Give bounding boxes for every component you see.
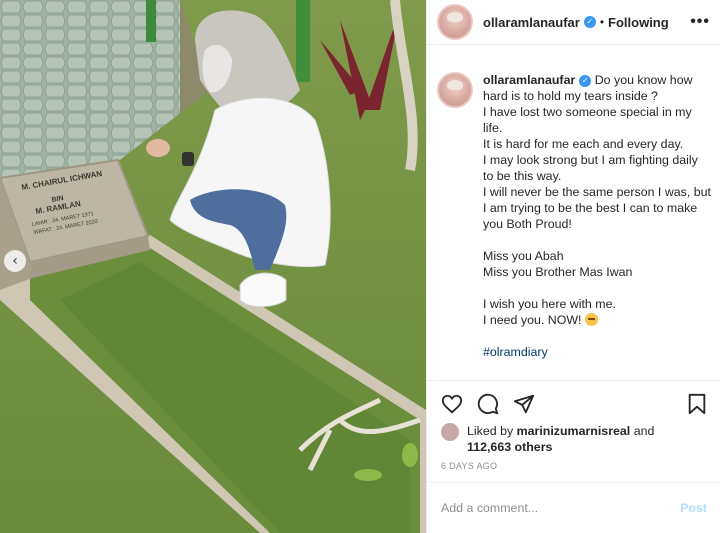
hashtag-link[interactable]: #olramdiary — [483, 344, 711, 360]
caption-line: I need you. NOW! — [483, 313, 582, 327]
caption-line: I will never be the same person I was, b… — [483, 185, 711, 231]
following-button[interactable]: Following — [608, 15, 669, 30]
more-horizontal-icon[interactable]: ••• — [690, 13, 710, 31]
like-heart-icon[interactable] — [441, 393, 463, 415]
caption-line: I wish you here with me. — [483, 297, 616, 311]
post-actions: Liked by marinizumarnisreal and 112,663 … — [427, 380, 720, 480]
verified-badge-icon: ✓ — [579, 74, 592, 87]
post-caption: ollaramlanaufar ✓ Do you know how hard is… — [437, 72, 711, 360]
caption-line: I may look strong but I am fighting dail… — [483, 153, 698, 183]
liker-username[interactable]: marinizumarnisreal — [517, 424, 631, 438]
liked-by-text: Liked by marinizumarnisreal and 112,663 … — [467, 423, 654, 455]
post-comment-button[interactable]: Post — [680, 501, 707, 515]
post-date[interactable]: 6 DAYS AGO — [427, 455, 720, 471]
author-username[interactable]: ollaramlanaufar — [483, 15, 580, 30]
bookmark-icon[interactable] — [687, 393, 707, 415]
separator-dot: • — [599, 15, 605, 29]
caption-username[interactable]: ollaramlanaufar — [483, 73, 575, 87]
caption-text: ollaramlanaufar ✓ Do you know how hard is… — [483, 72, 711, 360]
caption-gap — [483, 280, 711, 296]
caption-line: It is hard for me each and every day. — [483, 137, 684, 151]
post-photo[interactable]: M. CHAIRUL ICHWAN BIN M. RAMLAN LAHIR : … — [0, 0, 426, 533]
post-header: ollaramlanaufar ✓ • Following ••• — [427, 0, 720, 45]
caption-gap — [483, 232, 711, 248]
caption-gap — [483, 328, 711, 344]
liked-by-and: and — [633, 424, 655, 438]
comment-bar: Post — [427, 482, 720, 533]
caption-line: Miss you Abah — [483, 249, 564, 263]
comment-icon[interactable] — [477, 393, 499, 415]
liked-by: Liked by marinizumarnisreal and 112,663 … — [427, 415, 720, 455]
liked-by-prefix: Liked by — [467, 424, 514, 438]
caption-line: Miss you Brother Mas Iwan — [483, 265, 633, 279]
action-icons — [427, 381, 720, 415]
share-icon[interactable] — [513, 393, 535, 415]
previous-image-button[interactable]: ‹ — [4, 250, 26, 272]
post-side-panel: ollaramlanaufar ✓ • Following ••• ollara… — [426, 0, 720, 533]
caption-line: I have lost two someone special in my li… — [483, 105, 692, 135]
likes-count[interactable]: 112,663 others — [467, 440, 552, 454]
verified-badge-icon: ✓ — [583, 16, 596, 28]
caption-avatar[interactable] — [437, 72, 473, 108]
author-avatar[interactable] — [437, 4, 473, 40]
photo-scene: M. CHAIRUL ICHWAN BIN M. RAMLAN LAHIR : … — [0, 0, 426, 533]
liker-avatar[interactable] — [441, 423, 459, 441]
emoji-icon — [584, 313, 598, 326]
comment-input[interactable] — [441, 501, 681, 515]
